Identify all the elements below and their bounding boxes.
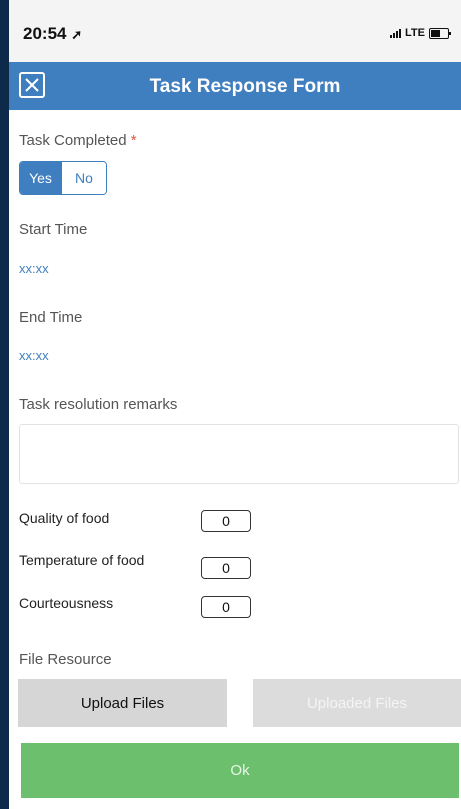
uploaded-files-button[interactable]: Uploaded Files xyxy=(253,679,461,727)
yes-option[interactable]: Yes xyxy=(20,162,61,194)
required-mark: * xyxy=(130,132,137,149)
upload-files-button[interactable]: Upload Files xyxy=(18,679,227,727)
file-resource-label: File Resource xyxy=(19,651,112,668)
network-type: LTE xyxy=(405,27,425,39)
courteousness-input[interactable]: 0 xyxy=(201,596,251,618)
quality-of-food-input[interactable]: 0 xyxy=(201,510,251,532)
start-time-value[interactable]: xx:xx xyxy=(19,261,49,276)
ok-button[interactable]: Ok xyxy=(21,743,459,798)
temperature-of-food-input[interactable]: 0 xyxy=(201,557,251,579)
status-indicators: LTE xyxy=(390,27,451,39)
task-completed-label: Task Completed * xyxy=(19,132,137,149)
status-bar: 20:54 ➚ LTE xyxy=(9,0,461,62)
location-arrow-icon: ➚ xyxy=(71,27,83,42)
task-completed-toggle: Yes No xyxy=(19,161,107,195)
start-time-label: Start Time xyxy=(19,221,88,238)
task-completed-text: Task Completed xyxy=(19,132,127,149)
status-time-text: 20:54 xyxy=(23,24,67,43)
no-option[interactable]: No xyxy=(61,162,106,194)
signal-bars-icon xyxy=(390,28,402,38)
page-title: Task Response Form xyxy=(149,76,341,97)
end-time-label: End Time xyxy=(19,309,83,326)
remarks-textarea[interactable] xyxy=(19,424,459,484)
remarks-label: Task resolution remarks xyxy=(19,396,178,413)
phone-screen: 20:54 ➚ LTE Task Response Form Task Comp… xyxy=(9,0,461,809)
temperature-of-food-label: Temperature of food xyxy=(19,552,145,568)
battery-icon xyxy=(429,27,451,39)
end-time-value[interactable]: xx:xx xyxy=(19,348,49,363)
app-header: Task Response Form xyxy=(9,62,461,110)
status-time: 20:54 ➚ xyxy=(23,24,82,44)
courteousness-label: Courteousness xyxy=(19,595,114,611)
quality-of-food-label: Quality of food xyxy=(19,510,110,526)
